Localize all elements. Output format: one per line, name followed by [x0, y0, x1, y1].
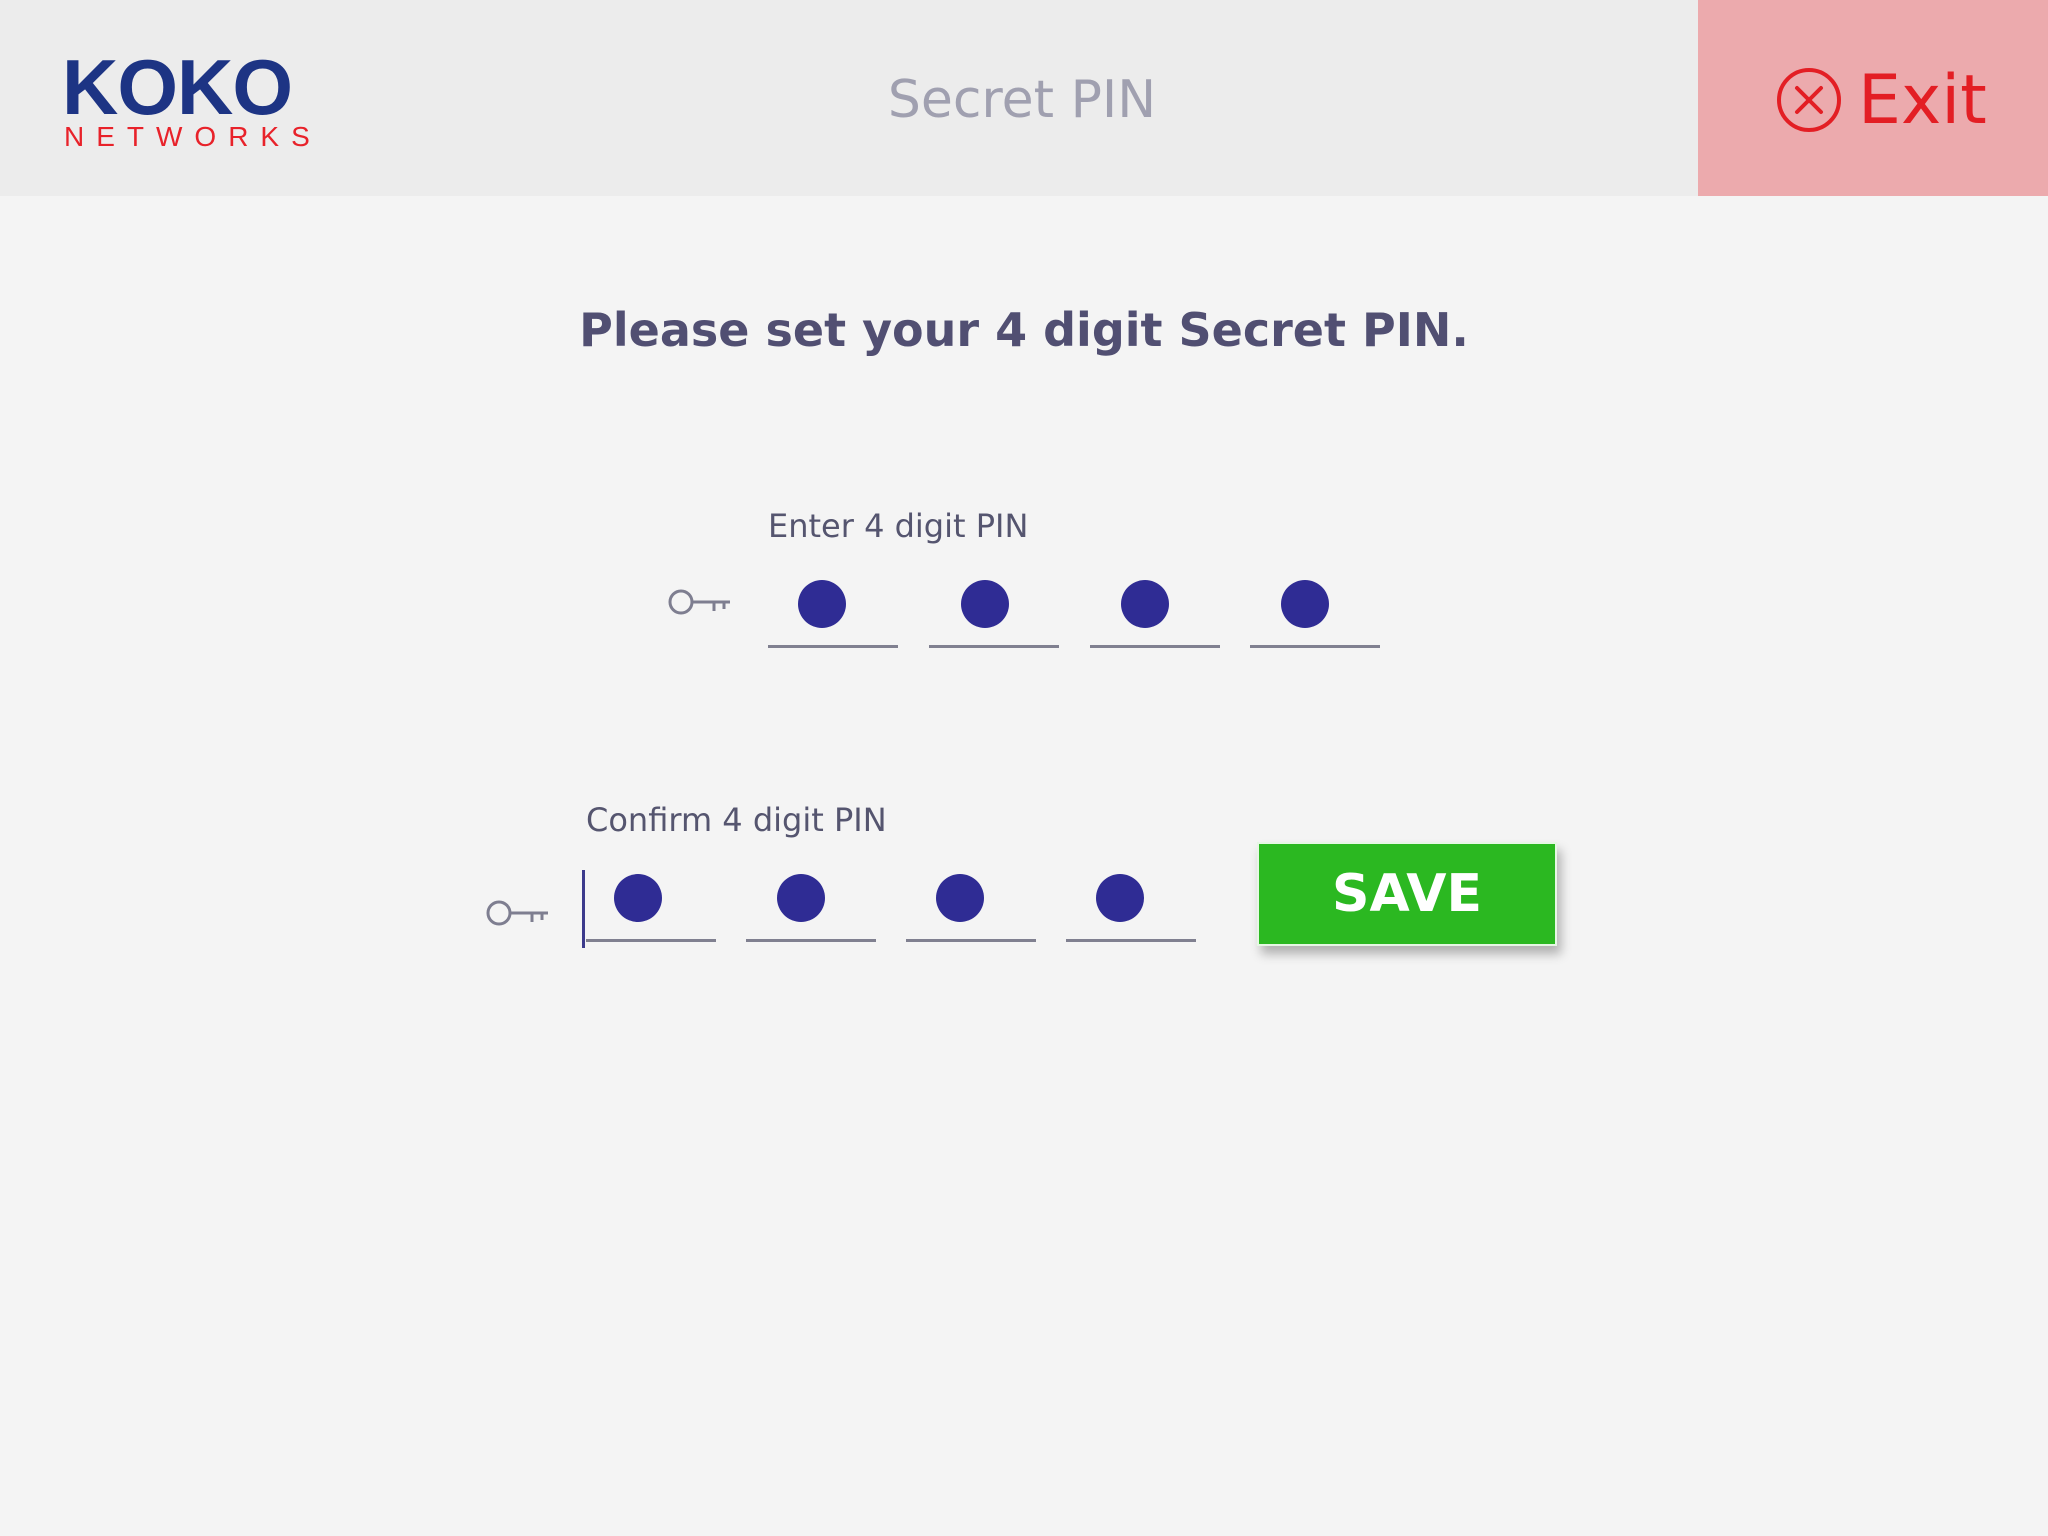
pin-dot	[1096, 874, 1144, 922]
pin-dot	[798, 580, 846, 628]
koko-networks-logo: KOKO NETWORKS	[62, 48, 312, 152]
page-title: Secret PIN	[887, 70, 1157, 130]
exit-button[interactable]: Exit	[1698, 0, 2048, 196]
text-caret	[582, 870, 585, 948]
instruction-text: Please set your 4 digit Secret PIN.	[579, 303, 1469, 357]
pin-dot	[777, 874, 825, 922]
exit-label: Exit	[1858, 61, 1987, 140]
key-icon	[486, 900, 548, 926]
header-bar: KOKO NETWORKS Secret PIN Exit	[0, 0, 2048, 196]
pin-digit-1[interactable]	[768, 576, 898, 648]
logo-subtitle: NETWORKS	[64, 121, 322, 152]
close-circle-icon	[1777, 68, 1841, 132]
confirm-digit-1[interactable]	[582, 870, 716, 948]
key-icon	[668, 589, 730, 615]
confirm-digit-3[interactable]	[906, 870, 1036, 942]
confirm-digit-4[interactable]	[1066, 870, 1196, 942]
confirm-pin-label: Confirm 4 digit PIN	[586, 801, 887, 839]
pin-digit-4[interactable]	[1250, 576, 1380, 648]
confirm-digit-2[interactable]	[746, 870, 876, 942]
logo-wordmark: KOKO	[62, 43, 293, 131]
enter-pin-label: Enter 4 digit PIN	[768, 507, 1029, 545]
save-button[interactable]: SAVE	[1257, 842, 1557, 946]
pin-digit-3[interactable]	[1090, 576, 1220, 648]
pin-dot	[936, 874, 984, 922]
pin-dot	[1121, 580, 1169, 628]
pin-dot	[614, 874, 662, 922]
pin-dot	[1281, 580, 1329, 628]
pin-digit-2[interactable]	[929, 576, 1059, 648]
pin-dot	[961, 580, 1009, 628]
